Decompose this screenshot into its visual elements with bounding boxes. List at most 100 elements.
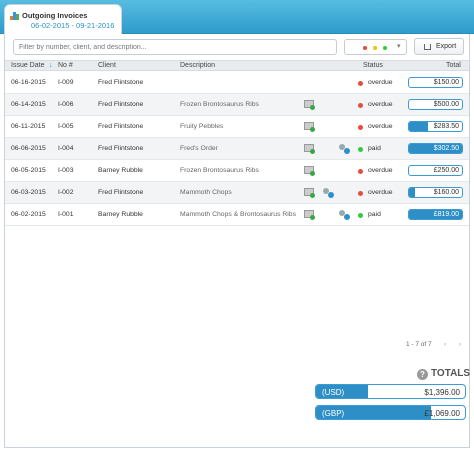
total-progress-bar: $302.50 bbox=[408, 143, 463, 154]
col-total[interactable]: Total bbox=[446, 62, 461, 69]
status-filter-dropdown[interactable]: ▾ bbox=[344, 39, 407, 55]
export-icon bbox=[424, 44, 431, 50]
table-header: Issue Date ↓ No # Client Description Sta… bbox=[5, 60, 469, 71]
invoices-panel: ▾ Export Issue Date ↓ No # Client Descri… bbox=[4, 34, 470, 448]
status-dot bbox=[358, 81, 363, 86]
email-sent-icon[interactable] bbox=[304, 144, 315, 154]
payment-settings-icon[interactable] bbox=[338, 209, 350, 220]
cell-number: I-002 bbox=[58, 189, 74, 196]
total-gbp-currency: (GBP) bbox=[322, 409, 345, 418]
cell-total: £250.00 bbox=[433, 167, 459, 174]
table-row[interactable]: 06-14-2015 I-006 Fred Flintstone Frozen Bro… bbox=[5, 94, 469, 116]
cell-client: Barney Rubble bbox=[98, 167, 143, 174]
table-row[interactable]: 06-06-2015 I-004 Fred Flintstone Fred's Ord… bbox=[5, 138, 469, 160]
email-sent-icon[interactable] bbox=[304, 188, 315, 198]
status-dot bbox=[358, 125, 363, 130]
col-description[interactable]: Description bbox=[180, 62, 215, 69]
export-label: Export bbox=[436, 43, 457, 50]
total-progress-bar: £250.00 bbox=[408, 165, 463, 176]
cell-client: Fred Flintstone bbox=[98, 123, 144, 130]
cell-total: $283.50 bbox=[433, 123, 459, 130]
prev-page-icon[interactable]: ‹ bbox=[444, 341, 446, 348]
table-row[interactable]: 06-11-2015 I-005 Fred Flintstone Fruity Peb… bbox=[5, 116, 469, 138]
cell-description: Frozen Brontosaurus Ribs bbox=[180, 101, 259, 108]
cell-client: Fred Flintstone bbox=[98, 79, 144, 86]
chevron-down-icon: ▾ bbox=[397, 43, 401, 50]
pagination: 1 - 7 of 7 ‹ › bbox=[406, 341, 461, 348]
cell-status: overdue bbox=[368, 123, 393, 130]
cell-client: Fred Flintstone bbox=[98, 145, 144, 152]
cell-total: $302.50 bbox=[433, 145, 459, 152]
payment-settings-icon[interactable] bbox=[322, 187, 334, 198]
cell-status: paid bbox=[368, 211, 381, 218]
paid-dot bbox=[383, 46, 387, 50]
export-button[interactable]: Export bbox=[414, 38, 464, 55]
cell-status: overdue bbox=[368, 167, 393, 174]
email-sent-icon[interactable] bbox=[304, 100, 315, 110]
cell-number: I-009 bbox=[58, 79, 74, 86]
status-dot bbox=[358, 147, 363, 152]
cell-status: overdue bbox=[368, 79, 393, 86]
cell-description: Mammoth Chops & Brontosaurus Ribs bbox=[180, 211, 296, 218]
overdue-dot bbox=[363, 46, 367, 50]
total-usd-currency: (USD) bbox=[322, 388, 345, 397]
payment-settings-icon[interactable] bbox=[338, 143, 350, 154]
cell-status: overdue bbox=[368, 189, 393, 196]
totals-heading: ? TOTALS bbox=[417, 368, 470, 380]
total-progress-bar: $160.00 bbox=[408, 187, 463, 198]
total-progress-bar: £819.00 bbox=[408, 209, 463, 220]
next-page-icon[interactable]: › bbox=[459, 341, 461, 348]
cell-number: I-001 bbox=[58, 211, 74, 218]
tab-title: Outgoing Invoices bbox=[22, 11, 88, 20]
paid-fill bbox=[409, 188, 416, 197]
cell-client: Fred Flintstone bbox=[98, 101, 144, 108]
cell-date: 06-03-2015 bbox=[11, 189, 46, 196]
cell-status: overdue bbox=[368, 101, 393, 108]
total-progress-bar: $500.00 bbox=[408, 99, 463, 110]
table-row[interactable]: 06-16-2015 I-009 Fred Flintstone overdue $15… bbox=[5, 72, 469, 94]
pending-dot bbox=[373, 46, 377, 50]
bar-chart-icon bbox=[10, 12, 20, 20]
help-icon[interactable]: ? bbox=[417, 369, 428, 380]
cell-description: Fred's Order bbox=[180, 145, 218, 152]
cell-total: $150.00 bbox=[433, 79, 459, 86]
total-progress-bar: $283.50 bbox=[408, 121, 463, 132]
cell-total: £819.00 bbox=[433, 211, 459, 218]
cell-date: 06-05-2015 bbox=[11, 167, 46, 174]
col-no[interactable]: No # bbox=[58, 62, 73, 69]
total-usd-bar: (USD) $1,396.00 bbox=[315, 384, 466, 399]
cell-client: Barney Rubble bbox=[98, 211, 143, 218]
email-sent-icon[interactable] bbox=[304, 122, 315, 132]
sort-down-icon[interactable]: ↓ bbox=[49, 62, 53, 69]
total-progress-bar: $150.00 bbox=[408, 77, 463, 88]
col-client[interactable]: Client bbox=[98, 62, 116, 69]
cell-number: I-006 bbox=[58, 101, 74, 108]
cell-number: I-005 bbox=[58, 123, 74, 130]
col-status[interactable]: Status bbox=[363, 62, 383, 69]
table-row[interactable]: 06-05-2015 I-003 Barney Rubble Frozen Bront… bbox=[5, 160, 469, 182]
col-issue-date[interactable]: Issue Date bbox=[11, 62, 44, 69]
total-gbp-bar: (GBP) £1,069.00 bbox=[315, 405, 466, 420]
email-sent-icon[interactable] bbox=[304, 166, 315, 176]
date-range[interactable]: 06-02-2015 - 09-21-2016 bbox=[31, 21, 114, 30]
cell-date: 06-06-2015 bbox=[11, 145, 46, 152]
paid-fill bbox=[409, 122, 428, 131]
cell-total: $160.00 bbox=[433, 189, 459, 196]
cell-description: Mammoth Chops bbox=[180, 189, 232, 196]
cell-description: Frozen Brontosaurus Ribs bbox=[180, 167, 259, 174]
table-row[interactable]: 06-03-2015 I-002 Fred Flintstone Mammoth Ch… bbox=[5, 182, 469, 204]
cell-number: I-004 bbox=[58, 145, 74, 152]
email-sent-icon[interactable] bbox=[304, 210, 315, 220]
status-dot bbox=[358, 103, 363, 108]
totals-label: TOTALS bbox=[431, 368, 471, 379]
cell-status: paid bbox=[368, 145, 381, 152]
search-input[interactable] bbox=[13, 39, 337, 55]
cell-number: I-003 bbox=[58, 167, 74, 174]
cell-description: Fruity Pebbles bbox=[180, 123, 224, 130]
status-dot bbox=[358, 213, 363, 218]
cell-date: 06-11-2015 bbox=[11, 123, 46, 130]
tab-outgoing-invoices[interactable]: Outgoing Invoices 06-02-2015 - 09-21-201… bbox=[4, 4, 122, 34]
cell-date: 06-14-2015 bbox=[11, 101, 46, 108]
pager-text: 1 - 7 of 7 bbox=[406, 341, 432, 348]
table-row[interactable]: 06-02-2015 I-001 Barney Rubble Mammoth Chop… bbox=[5, 204, 469, 226]
